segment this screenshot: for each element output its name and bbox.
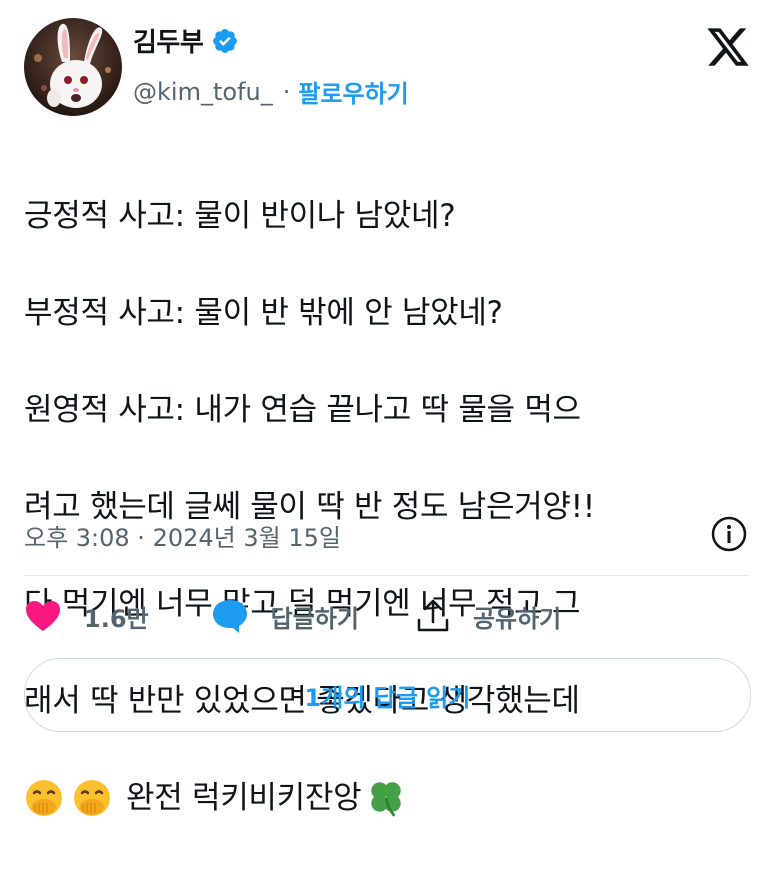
heart-icon: [26, 601, 60, 631]
reply-label: 답글하기: [270, 604, 359, 633]
tweet-timestamp[interactable]: 오후 3:08 · 2024년 3월 15일: [24, 518, 341, 553]
share-icon: [417, 599, 449, 632]
info-icon[interactable]: [709, 514, 749, 554]
follow-button[interactable]: 팔로우하기: [298, 74, 408, 109]
read-replies-button[interactable]: 1개의 답글 읽기: [24, 658, 751, 732]
author-handle[interactable]: @kim_tofu_: [133, 78, 273, 106]
tweet-text: 긍정적 사고: 물이 반이나 남았네? 부정적 사고: 물이 반 밖에 안 남았…: [24, 143, 754, 871]
tweet-line: 긍정적 사고: 물이 반이나 남았네?: [24, 197, 456, 234]
author-handle-row: @kim_tofu_ · 팔로우하기: [133, 74, 409, 109]
share-label: 공유하기: [472, 604, 562, 633]
reply-bubble-icon: [212, 600, 247, 633]
verified-badge-icon: [213, 28, 238, 53]
tweet-line: 부정적 사고: 물이 반 밖에 안 남았네?: [24, 294, 503, 331]
share-button[interactable]: 공유하기: [415, 598, 561, 634]
x-logo-icon[interactable]: [705, 24, 751, 70]
reply-button[interactable]: 답글하기: [211, 598, 359, 634]
divider: [24, 575, 749, 576]
like-button[interactable]: 1.6만: [24, 599, 149, 634]
four-leaf-clover-emoji: [371, 782, 402, 817]
tweet-line: 완전 럭키비키잔앙: [126, 779, 362, 816]
face-with-hand-over-mouth-emoji: [26, 779, 62, 816]
tweet-last-line: 완전 럭키비키잔앙: [24, 774, 754, 823]
like-count: 1.6만: [84, 604, 149, 633]
author-display-name[interactable]: 김두부: [133, 22, 204, 59]
separator-dot: ·: [282, 77, 291, 106]
face-with-hand-over-mouth-emoji: [74, 779, 110, 816]
tweet-line: 원영적 사고: 내가 연습 끝나고 딱 물을 먹으: [24, 391, 581, 428]
avatar[interactable]: [24, 18, 122, 116]
author-name-row: 김두부: [133, 22, 239, 59]
action-bar: 1.6만 답글하기 공유하기: [24, 598, 597, 634]
